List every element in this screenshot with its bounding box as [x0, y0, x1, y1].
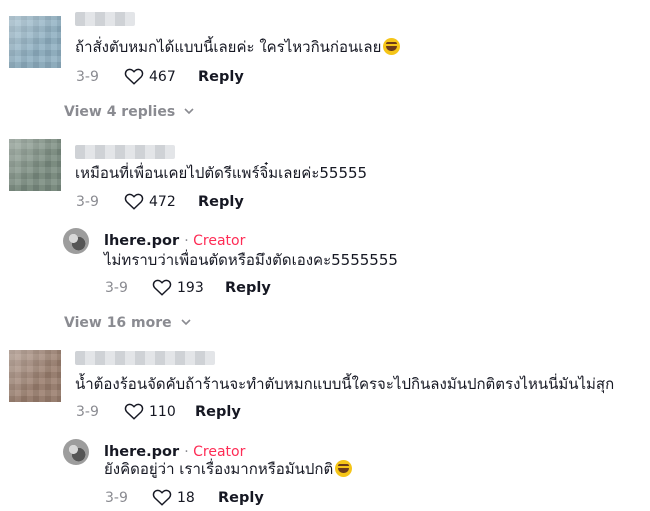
creator-badge: · Creator [184, 444, 246, 460]
reply-button[interactable]: Reply [198, 69, 244, 85]
chevron-down-icon [180, 315, 191, 331]
view-replies-button[interactable]: View 4 replies [64, 104, 194, 120]
comment-date: 3-9 [76, 404, 99, 420]
commenter-avatar[interactable] [9, 139, 61, 191]
commenter-name-redacted[interactable] [75, 145, 175, 159]
reply-author-name[interactable]: lhere.por [104, 444, 179, 460]
view-more-button[interactable]: View 16 more [64, 315, 191, 331]
sweat-smile-emoji [335, 460, 353, 477]
comment-date: 3-9 [76, 194, 99, 210]
reply-author-name[interactable]: lhere.por [104, 233, 179, 249]
like-count: 193 [177, 280, 204, 296]
heart-icon[interactable] [124, 402, 144, 420]
like-count: 110 [149, 404, 176, 420]
chevron-down-icon [184, 104, 194, 120]
reply-button[interactable]: Reply [218, 490, 264, 506]
like-count: 467 [149, 69, 176, 85]
comment-text: น้ำต้องร้อนจัดคับถ้าร้านจะทำตับหมกแบบนี้… [75, 375, 615, 393]
heart-icon[interactable] [152, 488, 172, 506]
commenter-name-redacted[interactable] [75, 12, 135, 26]
grinning-squint-emoji [383, 38, 401, 55]
reply-text: ไม่ทราบว่าเพื่อนตัดหรือมึงตัดเองคะ555555… [104, 251, 398, 269]
reply-header: lhere.por · Creator [104, 230, 245, 249]
reply-button[interactable]: Reply [195, 404, 241, 420]
comment-text: เหมือนที่เพื่อนเคยไปตัดรีแพร์จิ๋มเลยค่ะ5… [75, 164, 368, 182]
commenter-avatar[interactable] [9, 16, 61, 68]
creator-avatar[interactable] [63, 228, 89, 254]
reply-text: ยังคิดอยู่ว่า เราเรื่องมากหรือมันปกติ [104, 459, 353, 479]
heart-icon[interactable] [124, 67, 144, 85]
reply-button[interactable]: Reply [225, 280, 271, 296]
heart-icon[interactable] [152, 278, 172, 296]
reply-button[interactable]: Reply [198, 194, 244, 210]
heart-icon[interactable] [124, 192, 144, 210]
commenter-avatar[interactable] [9, 350, 61, 402]
reply-date: 3-9 [105, 280, 128, 296]
creator-avatar[interactable] [63, 439, 89, 465]
commenter-name-redacted[interactable] [75, 351, 215, 365]
like-count: 18 [177, 490, 195, 506]
comment-text: ถ้าสั่งตับหมกได้แบบนี้เลยค่ะ ใครไหวกินก่… [75, 37, 401, 57]
like-count: 472 [149, 194, 176, 210]
reply-date: 3-9 [105, 490, 128, 506]
creator-badge: · Creator [184, 233, 246, 249]
reply-header: lhere.por · Creator [104, 441, 245, 460]
comment-date: 3-9 [76, 69, 99, 85]
